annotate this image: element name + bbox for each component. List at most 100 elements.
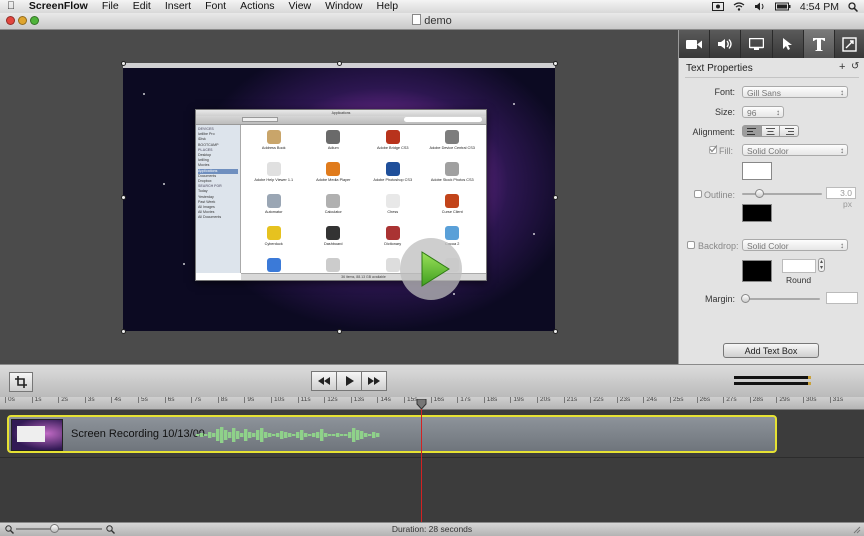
waveform-bar [376,433,380,437]
resize-grip-icon[interactable] [852,525,861,534]
menu-view[interactable]: View [282,0,319,13]
spotlight-search-icon[interactable] [848,1,858,12]
waveform-bar [304,433,308,437]
screenflow-status-icon[interactable] [711,2,724,11]
add-text-box-button[interactable]: Add Text Box [723,343,819,358]
finder-app-item: Adobe Stock Photos CS3 [423,159,483,191]
audio-waveform [196,427,380,443]
menu-window[interactable]: Window [318,0,369,13]
backdrop-type-popup[interactable]: Solid Color [742,239,848,252]
resize-handle-left[interactable] [121,195,126,200]
outline-checkbox[interactable] [694,190,702,198]
margin-field[interactable] [826,292,858,304]
menu-clock[interactable]: 4:54 PM [800,1,839,13]
size-popup[interactable]: 96 [742,106,784,119]
alignment-control [742,125,799,137]
menu-help[interactable]: Help [369,0,405,13]
tab-callout-properties[interactable] [773,30,804,58]
crop-button[interactable] [9,372,33,392]
align-center-button[interactable] [762,126,781,136]
app-label: Adobe Bridge CS3 [377,146,409,150]
volume-icon[interactable] [754,2,766,11]
outline-width-slider-knob[interactable] [755,189,764,198]
waveform-bar [324,433,328,437]
waveform-bar [256,430,260,440]
reset-text-properties-icon[interactable]: ↺ [851,61,859,72]
waveform-bar [216,429,220,441]
waveform-bar [204,434,208,436]
menu-insert[interactable]: Insert [158,0,198,13]
resize-handle-bottom-right[interactable] [553,329,558,334]
margin-slider-knob[interactable] [741,294,750,303]
battery-icon[interactable] [774,2,791,11]
waveform-bar [212,433,216,437]
outline-color-well[interactable] [742,204,772,222]
document-icon [412,14,422,25]
tab-video-properties[interactable] [679,30,711,58]
play-button-overlay[interactable] [400,238,462,300]
resize-handle-bottom[interactable] [337,329,342,334]
resize-handle-right[interactable] [553,195,558,200]
app-menu[interactable]: ScreenFlow [22,0,95,13]
finder-sidebar-item: All Documents [198,215,222,220]
finder-app-item: Address Book [244,127,304,159]
waveform-bar [200,433,204,437]
timeline-ruler[interactable]: 0s 1s 2s 3s 4s 5s 6s 7s 8s 9s 10s 11s 12s 13s 14s 15s 16… [0,397,864,410]
menu-edit[interactable]: Edit [126,0,158,13]
backdrop-checkbox[interactable] [687,241,695,249]
clip-label: Screen Recording 10/13/09 [71,428,205,440]
resize-handle-bottom-left[interactable] [121,329,126,334]
waveform-bar [252,433,256,437]
track-divider [0,457,864,458]
app-label: Dashboard [323,242,343,246]
waveform-bar [244,429,248,441]
app-icon [266,194,281,208]
wifi-icon[interactable] [733,2,745,11]
alignment-label: Alignment: [692,127,735,137]
app-icon [445,162,460,176]
rewind-button[interactable] [311,371,337,391]
round-corner-stepper[interactable]: ▴ ▾ [818,258,825,272]
fill-type-popup[interactable]: Solid Color [742,144,848,157]
menu-file[interactable]: File [95,0,126,13]
font-popup[interactable]: Gill Sans [742,86,848,99]
add-text-preset-button[interactable]: + [839,61,845,73]
play-button[interactable] [336,371,362,391]
resize-handle-top-right[interactable] [553,61,558,66]
playhead[interactable] [421,404,422,522]
outline-width-field[interactable]: 3.0 px [826,187,856,209]
tab-audio-properties[interactable] [710,30,742,58]
speaker-icon [718,39,732,49]
apple-menu-icon[interactable]:  [0,0,22,13]
fill-color-well[interactable] [742,162,772,180]
waveform-bar [236,431,240,439]
fill-checkbox[interactable] [709,145,717,154]
tab-screen-recording-properties[interactable] [741,30,773,58]
ruler-tick-label: 6s [164,397,174,403]
round-corner-field[interactable] [782,259,816,273]
align-right-button[interactable] [780,126,798,136]
margin-slider[interactable] [742,298,820,300]
waveform-bar [336,433,340,437]
tab-annotations-properties[interactable] [835,30,864,58]
audio-level-bar-left [734,376,811,379]
waveform-bar [352,428,356,442]
inspector-panel: Text Properties + ↺ Font: Gill Sans Size… [678,30,864,364]
resize-handle-top[interactable] [337,61,342,66]
tab-text-properties[interactable] [803,30,835,58]
rewind-icon [318,377,330,385]
waveform-bar [356,430,360,440]
playhead-handle-icon[interactable] [416,399,427,409]
window-title-bar[interactable]: demo [0,13,864,30]
inspector-divider [685,77,859,78]
font-label: Font: [714,87,735,97]
backdrop-color-well[interactable] [742,260,772,282]
align-left-button[interactable] [743,126,762,136]
backdrop-label: Backdrop: [698,241,739,251]
resize-handle-top-left[interactable] [121,61,126,66]
outline-width-slider[interactable] [742,193,822,195]
fast-forward-button[interactable] [361,371,387,391]
finder-app-item: Adobe Photoshop CS3 [363,159,423,191]
menu-font[interactable]: Font [198,0,233,13]
menu-actions[interactable]: Actions [233,0,281,13]
